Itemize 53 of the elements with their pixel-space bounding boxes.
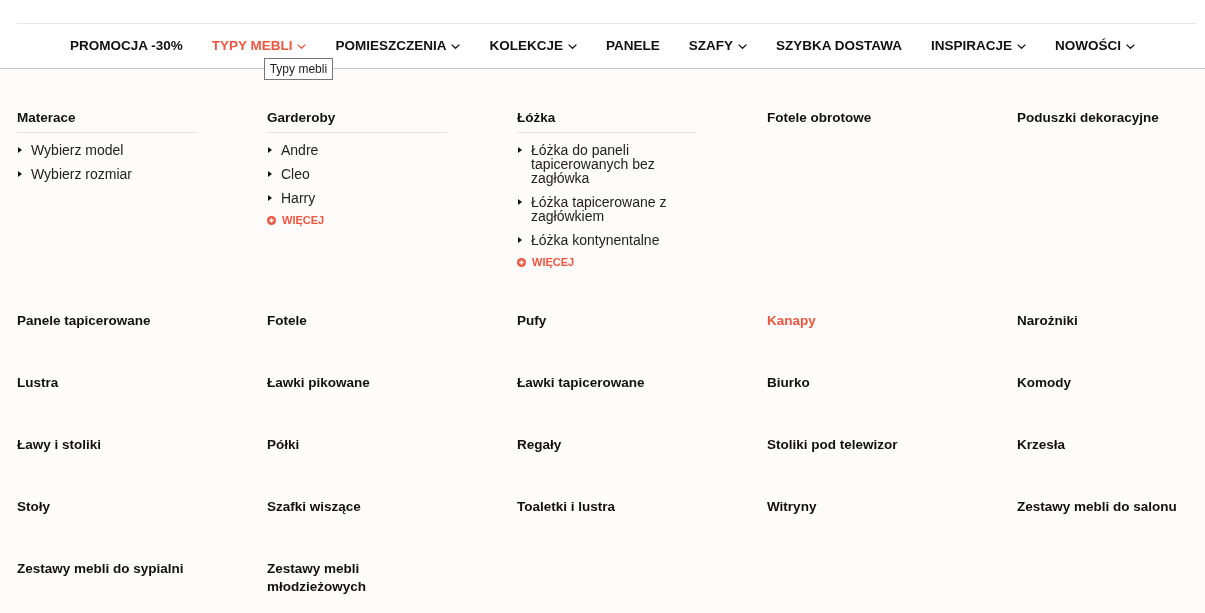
plus-circle-icon bbox=[267, 215, 276, 225]
triangle-bullet-icon bbox=[18, 171, 22, 177]
category-link[interactable]: Fotele obrotowe bbox=[767, 109, 872, 127]
category-link[interactable]: Biurko bbox=[767, 374, 810, 392]
nav-link[interactable]: PROMOCJA -30% bbox=[69, 38, 183, 54]
category-link[interactable]: Witryny bbox=[767, 498, 817, 516]
nav-link[interactable]: POMIESZCZENIA bbox=[335, 38, 461, 54]
subcategory-link[interactable]: Wybierz rozmiar bbox=[31, 167, 197, 181]
category-link[interactable]: Krzesła bbox=[1017, 436, 1066, 454]
tooltip: Typy mebli bbox=[263, 58, 334, 80]
subcategory-link[interactable]: Łóżka do paneli tapicerowanych bez zagłówka bbox=[531, 143, 697, 185]
category-link[interactable]: Stoliki pod telewizor bbox=[767, 436, 898, 454]
category-link[interactable]: Zestawy mebli do sypialni bbox=[17, 560, 184, 578]
category-link[interactable]: Stoły bbox=[17, 498, 50, 516]
triangle-bullet-icon bbox=[518, 199, 522, 205]
subcategory-link[interactable]: Łóżka kontynentalne bbox=[531, 233, 697, 247]
triangle-bullet-icon bbox=[18, 147, 22, 153]
category-link[interactable]: Zestawy mebli do salonu bbox=[1017, 498, 1177, 516]
category-link[interactable]: Toaletki i lustra bbox=[517, 498, 616, 516]
subcategory-link[interactable]: Andre bbox=[281, 143, 447, 157]
category-link[interactable]: Zestawy mebli młodzieżowych bbox=[267, 560, 447, 596]
triangle-bullet-icon bbox=[268, 195, 272, 201]
category-link[interactable]: Fotele bbox=[267, 312, 307, 330]
category-link[interactable]: Półki bbox=[267, 436, 300, 454]
category-link[interactable]: Panele tapicerowane bbox=[17, 312, 151, 330]
plus-circle-icon bbox=[517, 257, 526, 267]
category-link[interactable]: Szafki wiszące bbox=[267, 498, 361, 516]
category-link[interactable]: Poduszki dekoracyjne bbox=[1017, 109, 1159, 127]
category-link[interactable]: Komody bbox=[1017, 374, 1071, 392]
subcategory-link[interactable]: Cleo bbox=[281, 167, 447, 181]
category-link[interactable]: Ławki pikowane bbox=[267, 374, 370, 392]
category-link[interactable]: Ławki tapicerowane bbox=[517, 374, 645, 392]
subcategory-link[interactable]: Wybierz model bbox=[31, 143, 197, 157]
triangle-bullet-icon bbox=[518, 147, 522, 153]
nav-link[interactable]: SZAFY bbox=[688, 38, 748, 54]
nav-link[interactable]: KOLEKCJE bbox=[489, 38, 577, 54]
nav-link[interactable]: INSPIRACJE bbox=[931, 38, 1027, 54]
subcategory-link[interactable]: Łóżka tapicerowane z zagłówkiem bbox=[531, 195, 697, 223]
category-link[interactable]: Ławy i stoliki bbox=[17, 436, 102, 454]
category-link[interactable]: Lustra bbox=[17, 374, 59, 392]
triangle-bullet-icon bbox=[268, 147, 272, 153]
category-link[interactable]: Pufy bbox=[517, 312, 547, 330]
triangle-bullet-icon bbox=[268, 171, 272, 177]
category-link[interactable]: Materace bbox=[17, 109, 76, 127]
category-link[interactable]: Garderoby bbox=[267, 109, 336, 127]
nav-link[interactable]: PANELE bbox=[606, 38, 660, 54]
category-link[interactable]: Regały bbox=[517, 436, 562, 454]
category-link[interactable]: Narożniki bbox=[1017, 312, 1078, 330]
triangle-bullet-icon bbox=[518, 237, 522, 243]
nav-link[interactable]: NOWOŚCI bbox=[1055, 38, 1136, 54]
nav-link[interactable]: SZYBKA DOSTAWA bbox=[776, 38, 903, 54]
category-link[interactable]: Łóżka bbox=[517, 109, 556, 127]
subcategory-link[interactable]: Harry bbox=[281, 191, 447, 205]
